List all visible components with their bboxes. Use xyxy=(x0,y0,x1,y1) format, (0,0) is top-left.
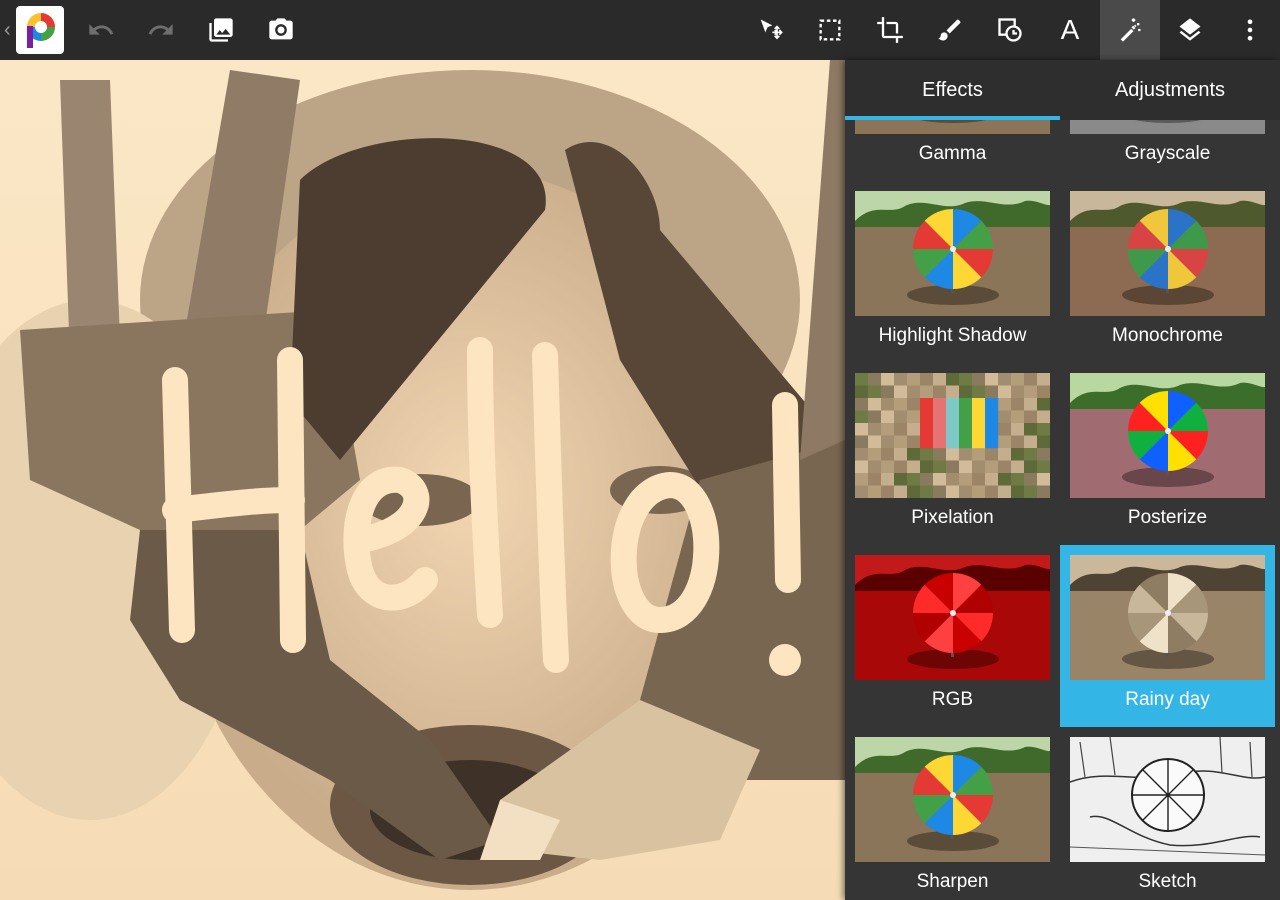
effect-label: Gamma xyxy=(918,143,987,164)
effect-thumbnail xyxy=(855,191,1050,316)
tab-adjustments[interactable]: Adjustments xyxy=(1060,60,1280,120)
effect-label: Sharpen xyxy=(916,871,989,892)
effect-label: Monochrome xyxy=(1112,325,1223,346)
effect-thumbnail xyxy=(1070,191,1265,316)
tab-effects-label: Effects xyxy=(922,78,983,101)
effect-thumbnail xyxy=(855,555,1050,680)
move-select-icon[interactable] xyxy=(740,0,800,60)
effect-label: Highlight Shadow xyxy=(878,325,1027,346)
marquee-select-icon[interactable] xyxy=(800,0,860,60)
effect-thumbnail xyxy=(855,373,1050,498)
effect-label: RGB xyxy=(931,689,974,710)
effect-tile[interactable]: Sharpen xyxy=(845,727,1060,900)
effect-label: Pixelation xyxy=(911,507,994,528)
app-logo[interactable] xyxy=(16,6,64,54)
effect-thumbnail xyxy=(1070,737,1265,862)
effect-thumbnail xyxy=(1070,555,1265,680)
camera-icon[interactable] xyxy=(251,0,311,60)
top-toolbar: ‹ A xyxy=(0,0,1280,60)
effect-tile[interactable]: Pixelation xyxy=(845,363,1060,545)
effect-label: Grayscale xyxy=(1124,143,1211,164)
effect-tile[interactable]: Grayscale xyxy=(1060,120,1275,181)
effects-panel: Effects Adjustments Gamma Grayscale Highli… xyxy=(845,60,1280,900)
magic-wand-icon[interactable] xyxy=(1100,0,1160,60)
image-canvas[interactable] xyxy=(0,60,845,900)
more-vert-icon[interactable] xyxy=(1220,0,1280,60)
effect-tile[interactable]: Rainy day xyxy=(1060,545,1275,727)
effect-label: Sketch xyxy=(1138,871,1197,892)
effect-tile[interactable]: RGB xyxy=(845,545,1060,727)
effect-thumbnail xyxy=(1070,120,1265,134)
effect-tile[interactable]: Sketch xyxy=(1060,727,1275,900)
effect-tile[interactable]: Highlight Shadow xyxy=(845,181,1060,363)
image-gallery-icon[interactable] xyxy=(191,0,251,60)
shapes-icon[interactable] xyxy=(980,0,1040,60)
effect-thumbnail xyxy=(855,120,1050,134)
canvas-photo xyxy=(0,60,845,900)
effect-tile[interactable]: Monochrome xyxy=(1060,181,1275,363)
effect-label: Rainy day xyxy=(1125,689,1210,710)
panel-tabs: Effects Adjustments xyxy=(845,60,1280,120)
effect-tile[interactable]: Posterize xyxy=(1060,363,1275,545)
tab-adjustments-label: Adjustments xyxy=(1114,78,1226,101)
text-tool-label: A xyxy=(1060,14,1080,45)
text-icon[interactable]: A xyxy=(1040,0,1100,60)
undo-icon[interactable] xyxy=(71,0,131,60)
effects-grid[interactable]: Gamma Grayscale Highlight Shadow Monochrome… xyxy=(845,120,1280,900)
crop-icon[interactable] xyxy=(860,0,920,60)
effect-tile[interactable]: Gamma xyxy=(845,120,1060,181)
brush-icon[interactable] xyxy=(920,0,980,60)
layers-icon[interactable] xyxy=(1160,0,1220,60)
effect-label: Posterize xyxy=(1127,507,1208,528)
effect-thumbnail xyxy=(1070,373,1265,498)
redo-icon[interactable] xyxy=(131,0,191,60)
effect-thumbnail xyxy=(855,737,1050,862)
tab-effects[interactable]: Effects xyxy=(845,60,1060,120)
chevron-left-icon[interactable]: ‹ xyxy=(4,18,11,42)
